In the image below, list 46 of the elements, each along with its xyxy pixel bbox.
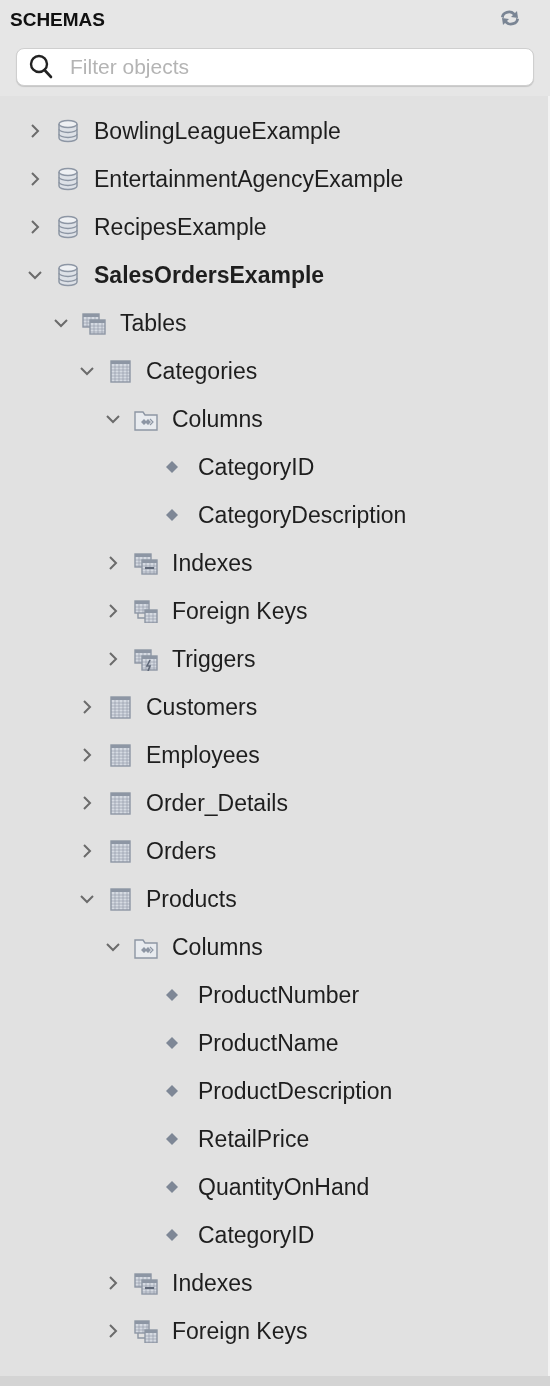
database-icon [56,263,80,287]
search-icon [29,54,53,80]
stacked-tables-icon [134,647,158,671]
database-icon [56,119,80,143]
database-icon [56,215,80,239]
table-icon [108,791,132,815]
tree-item[interactable]: CategoryID [198,449,315,485]
tree-item[interactable]: QuantityOnHand [198,1169,370,1205]
table-icon [108,887,132,911]
tree-item[interactable]: Triggers [172,641,256,677]
stacked-tables-icon [134,1271,158,1295]
tree-item[interactable]: Indexes [172,1265,253,1301]
table-icon [108,695,132,719]
tree-item[interactable]: Tables [120,305,187,341]
tree-item[interactable]: SalesOrdersExample [94,257,325,293]
table-icon [108,839,132,863]
tree-item[interactable]: Indexes [172,545,253,581]
tree-item[interactable]: ProductName [198,1025,339,1061]
table-icon [108,359,132,383]
tree-item[interactable]: ProductNumber [198,977,360,1013]
tree-item[interactable]: ProductDescription [198,1073,393,1109]
tree-item[interactable]: Foreign Keys [172,593,308,629]
linked-tables-icon [134,599,158,623]
tree-item[interactable]: RetailPrice [198,1121,310,1157]
tree-item[interactable]: Columns [172,929,263,965]
tree-item[interactable]: CategoryID [198,1217,315,1253]
tree-item[interactable]: Categories [146,353,258,389]
tree-item[interactable]: Products [146,881,237,917]
database-icon [56,167,80,191]
panel-title: SCHEMAS [10,8,105,32]
refresh-icon[interactable] [498,8,522,28]
tree-item[interactable]: BowlingLeagueExample [94,113,341,149]
tree-item[interactable]: RecipesExample [94,209,267,245]
search-field[interactable]: Filter objects [16,48,534,86]
table-icon [108,743,132,767]
stacked-tables-icon [82,311,106,335]
linked-tables-icon [134,1319,158,1343]
tree-item[interactable]: Order_Details [146,785,288,821]
tree-item[interactable]: CategoryDescription [198,497,407,533]
tree-item[interactable]: Orders [146,833,217,869]
tree-item[interactable]: Employees [146,737,260,773]
tree-item[interactable]: EntertainmentAgencyExample [94,161,404,197]
tree-item[interactable]: Columns [172,401,263,437]
stacked-tables-icon [134,551,158,575]
tree-item[interactable]: Customers [146,689,258,725]
tree-item[interactable]: Foreign Keys [172,1313,308,1349]
